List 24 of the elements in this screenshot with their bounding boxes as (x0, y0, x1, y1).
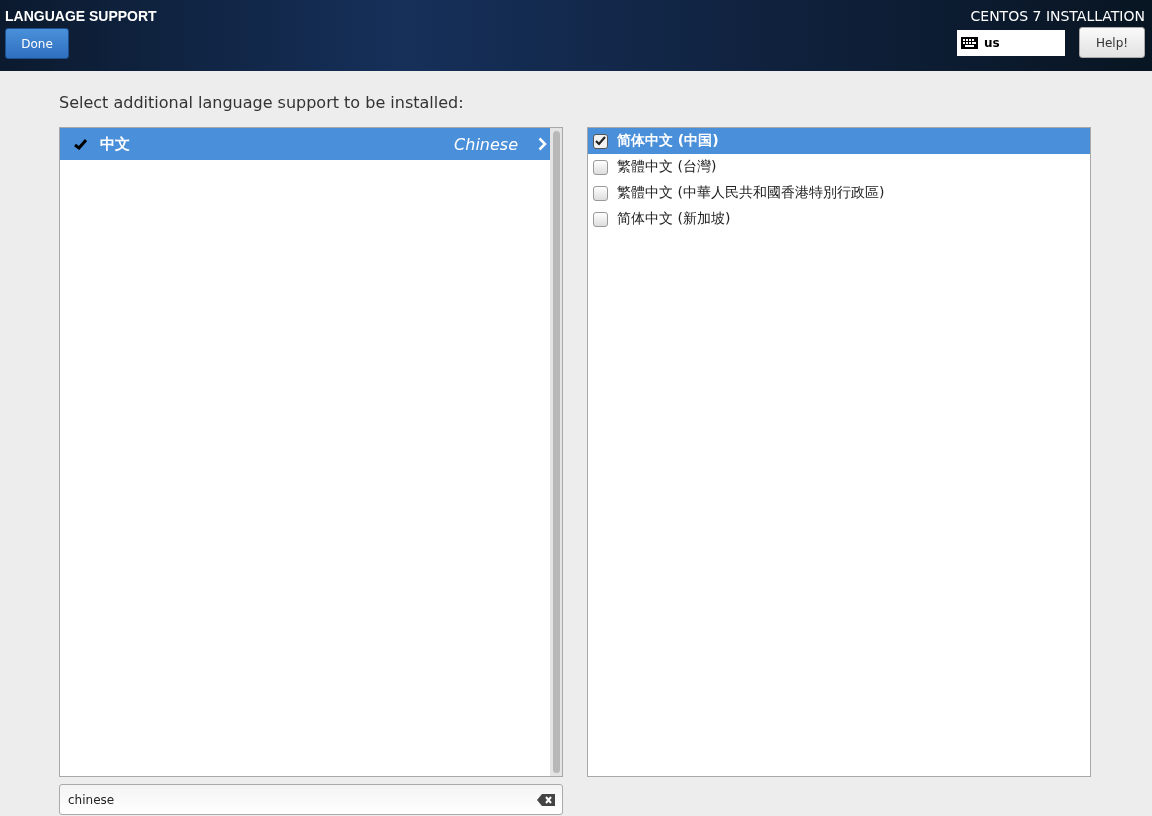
checkbox[interactable] (593, 185, 608, 201)
keyboard-layout-indicator[interactable]: us (957, 29, 1065, 56)
checkbox[interactable] (593, 159, 608, 175)
help-button[interactable]: Help! (1079, 27, 1145, 58)
checkbox[interactable] (593, 133, 608, 149)
locale-name: 繁體中文 (中華人民共和國香港特別行政區) (617, 184, 885, 202)
locale-name: 简体中文 (新加坡) (617, 210, 731, 228)
locale-name: 繁體中文 (台灣) (617, 158, 717, 176)
locale-name: 简体中文 (中国) (617, 132, 719, 150)
instruction-text: Select additional language support to be installed: (59, 93, 465, 114)
keyboard-icon (961, 36, 978, 49)
search-field[interactable]: chinese (59, 784, 563, 815)
locale-row[interactable]: 繁體中文 (中華人民共和國香港特別行政區) (588, 180, 1090, 206)
chevron-right-icon (538, 137, 547, 151)
done-button[interactable]: Done (5, 28, 69, 59)
product-title: CENTOS 7 INSTALLATION (970, 8, 1145, 24)
page-title: LANGUAGE SUPPORT (5, 8, 157, 24)
language-native-name: 中文 (100, 134, 131, 154)
locale-row[interactable]: 繁體中文 (台灣) (588, 154, 1090, 180)
locale-row[interactable]: 简体中文 (新加坡) (588, 206, 1090, 232)
scrollbar[interactable] (550, 128, 562, 776)
clear-icon[interactable] (537, 793, 555, 806)
language-english-name: Chinese (454, 134, 518, 154)
checkbox[interactable] (593, 211, 608, 227)
